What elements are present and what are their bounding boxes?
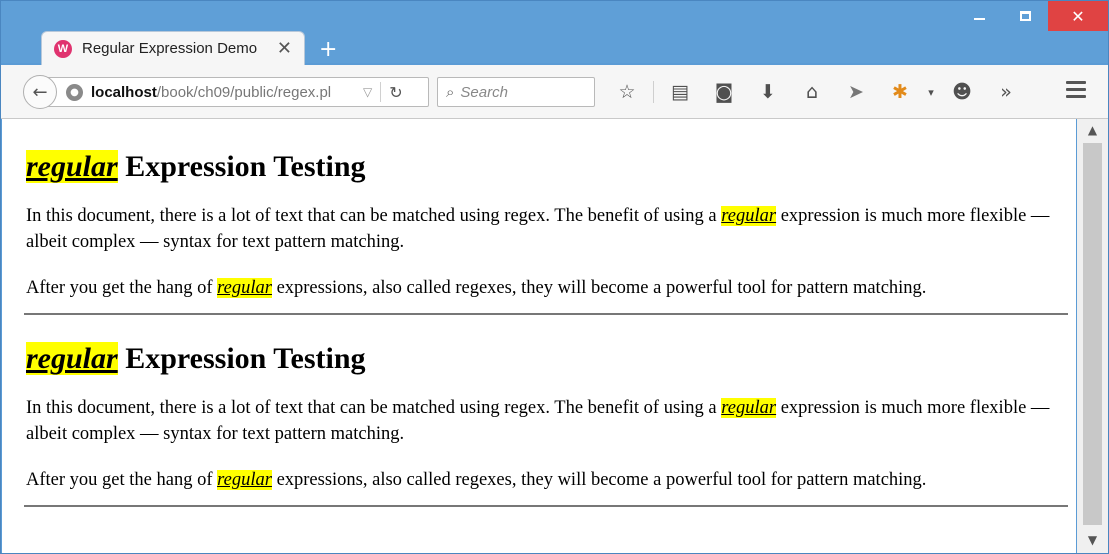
document-body: regular Expression Testing In this docum… bbox=[24, 149, 1068, 533]
heading-text: Expression Testing bbox=[117, 342, 366, 375]
search-icon: ⌕ bbox=[446, 83, 455, 101]
paragraph-text: expressions, also called regexes, they w… bbox=[271, 470, 927, 490]
heading-match-highlight: regular bbox=[26, 150, 118, 183]
minimize-icon bbox=[973, 18, 985, 20]
paragraph-text: In this document, there is a lot of text… bbox=[26, 206, 722, 226]
page-heading: regular Expression Testing bbox=[26, 149, 1068, 185]
horizontal-rule bbox=[24, 505, 1068, 507]
close-window-button[interactable]: ✕ bbox=[1048, 1, 1108, 31]
url-path: /book/ch09/public/regex.pl bbox=[156, 83, 332, 101]
regex-section: regular Expression Testing In this docum… bbox=[24, 149, 1068, 315]
url-divider bbox=[380, 82, 382, 102]
site-identity-icon[interactable]: ● bbox=[66, 83, 83, 101]
send-icon[interactable]: ➤ bbox=[834, 81, 878, 103]
window-controls: ✕ bbox=[956, 1, 1108, 31]
reading-list-icon[interactable]: ▤ bbox=[658, 81, 702, 103]
page-viewport: regular Expression Testing In this docum… bbox=[2, 119, 1076, 553]
toolbar-divider bbox=[653, 81, 654, 103]
page-heading: regular Expression Testing bbox=[26, 341, 1068, 377]
horizontal-rule bbox=[24, 313, 1068, 315]
navigation-toolbar: ● localhost/book/ch09/public/regex.pl ▽ … bbox=[1, 65, 1108, 119]
match-highlight: regular bbox=[721, 206, 777, 226]
match-highlight: regular bbox=[217, 278, 272, 298]
minimize-button[interactable] bbox=[956, 1, 1002, 31]
menu-bar-middle bbox=[1066, 88, 1086, 91]
download-icon[interactable]: ⬇ bbox=[746, 81, 790, 103]
scroll-up-icon[interactable]: ▲ bbox=[1077, 123, 1108, 137]
menu-bar-top bbox=[1066, 81, 1086, 84]
smiley-icon[interactable]: ☻ bbox=[940, 81, 984, 103]
match-highlight: regular bbox=[217, 470, 272, 490]
hamburger-menu-button[interactable] bbox=[1066, 81, 1086, 102]
toolbar-icons: ☆ ▤ ◙ ⬇ ⌂ ➤ ✱ ▾ ☻ » bbox=[605, 79, 1028, 105]
paragraph-text: After you get the hang of bbox=[26, 278, 218, 298]
overflow-chevron-icon[interactable]: » bbox=[984, 81, 1028, 103]
paragraph: After you get the hang of regular expres… bbox=[26, 275, 1068, 301]
tab-close-icon[interactable]: ✕ bbox=[277, 38, 292, 59]
back-button[interactable]: ← bbox=[23, 75, 57, 109]
url-text[interactable]: localhost/book/ch09/public/regex.pl bbox=[91, 84, 359, 101]
scroll-thumb[interactable] bbox=[1083, 143, 1102, 525]
tab-title: Regular Expression Demo bbox=[82, 40, 258, 57]
maximize-icon bbox=[1019, 11, 1031, 21]
reload-icon[interactable]: ↻ bbox=[389, 83, 402, 102]
title-bar: ✕ W Regular Expression Demo ✕ + bbox=[1, 1, 1108, 65]
paragraph-text: expressions, also called regexes, they w… bbox=[271, 278, 927, 298]
paragraph-text: After you get the hang of bbox=[26, 470, 218, 490]
heading-match-highlight: regular bbox=[26, 342, 118, 375]
paragraph: In this document, there is a lot of text… bbox=[26, 203, 1068, 255]
search-placeholder: Search bbox=[460, 83, 508, 101]
vertical-scrollbar[interactable]: ▲ ▼ bbox=[1077, 119, 1108, 553]
menu-bar-bottom bbox=[1066, 95, 1086, 98]
paragraph: After you get the hang of regular expres… bbox=[26, 467, 1068, 493]
bookmark-star-icon[interactable]: ☆ bbox=[605, 81, 649, 103]
paragraph: In this document, there is a lot of text… bbox=[26, 395, 1068, 447]
history-dropdown-icon[interactable]: ▽ bbox=[363, 85, 372, 99]
search-input[interactable]: ⌕ Search bbox=[437, 77, 595, 107]
regex-section: regular Expression Testing In this docum… bbox=[24, 341, 1068, 507]
match-highlight: regular bbox=[721, 398, 777, 418]
home-icon[interactable]: ⌂ bbox=[790, 81, 834, 103]
pocket-icon[interactable]: ◙ bbox=[702, 81, 746, 103]
favicon-icon: W bbox=[54, 39, 72, 58]
back-arrow-icon: ← bbox=[32, 81, 48, 103]
close-icon: ✕ bbox=[1071, 6, 1085, 26]
address-bar[interactable]: ● localhost/book/ch09/public/regex.pl ▽ … bbox=[41, 77, 429, 107]
url-host: localhost bbox=[91, 83, 157, 101]
maximize-button[interactable] bbox=[1002, 1, 1048, 31]
browser-window: ✕ W Regular Expression Demo ✕ + ● localh… bbox=[0, 0, 1109, 554]
dropdown-arrow-icon[interactable]: ▾ bbox=[922, 86, 940, 99]
heading-text: Expression Testing bbox=[117, 150, 366, 183]
scroll-down-icon[interactable]: ▼ bbox=[1077, 533, 1108, 547]
firebug-icon[interactable]: ✱ bbox=[878, 81, 922, 103]
paragraph-text: In this document, there is a lot of text… bbox=[26, 398, 722, 418]
tab-regular-expression-demo[interactable]: W Regular Expression Demo ✕ bbox=[41, 31, 305, 65]
new-tab-button[interactable]: + bbox=[319, 37, 337, 62]
